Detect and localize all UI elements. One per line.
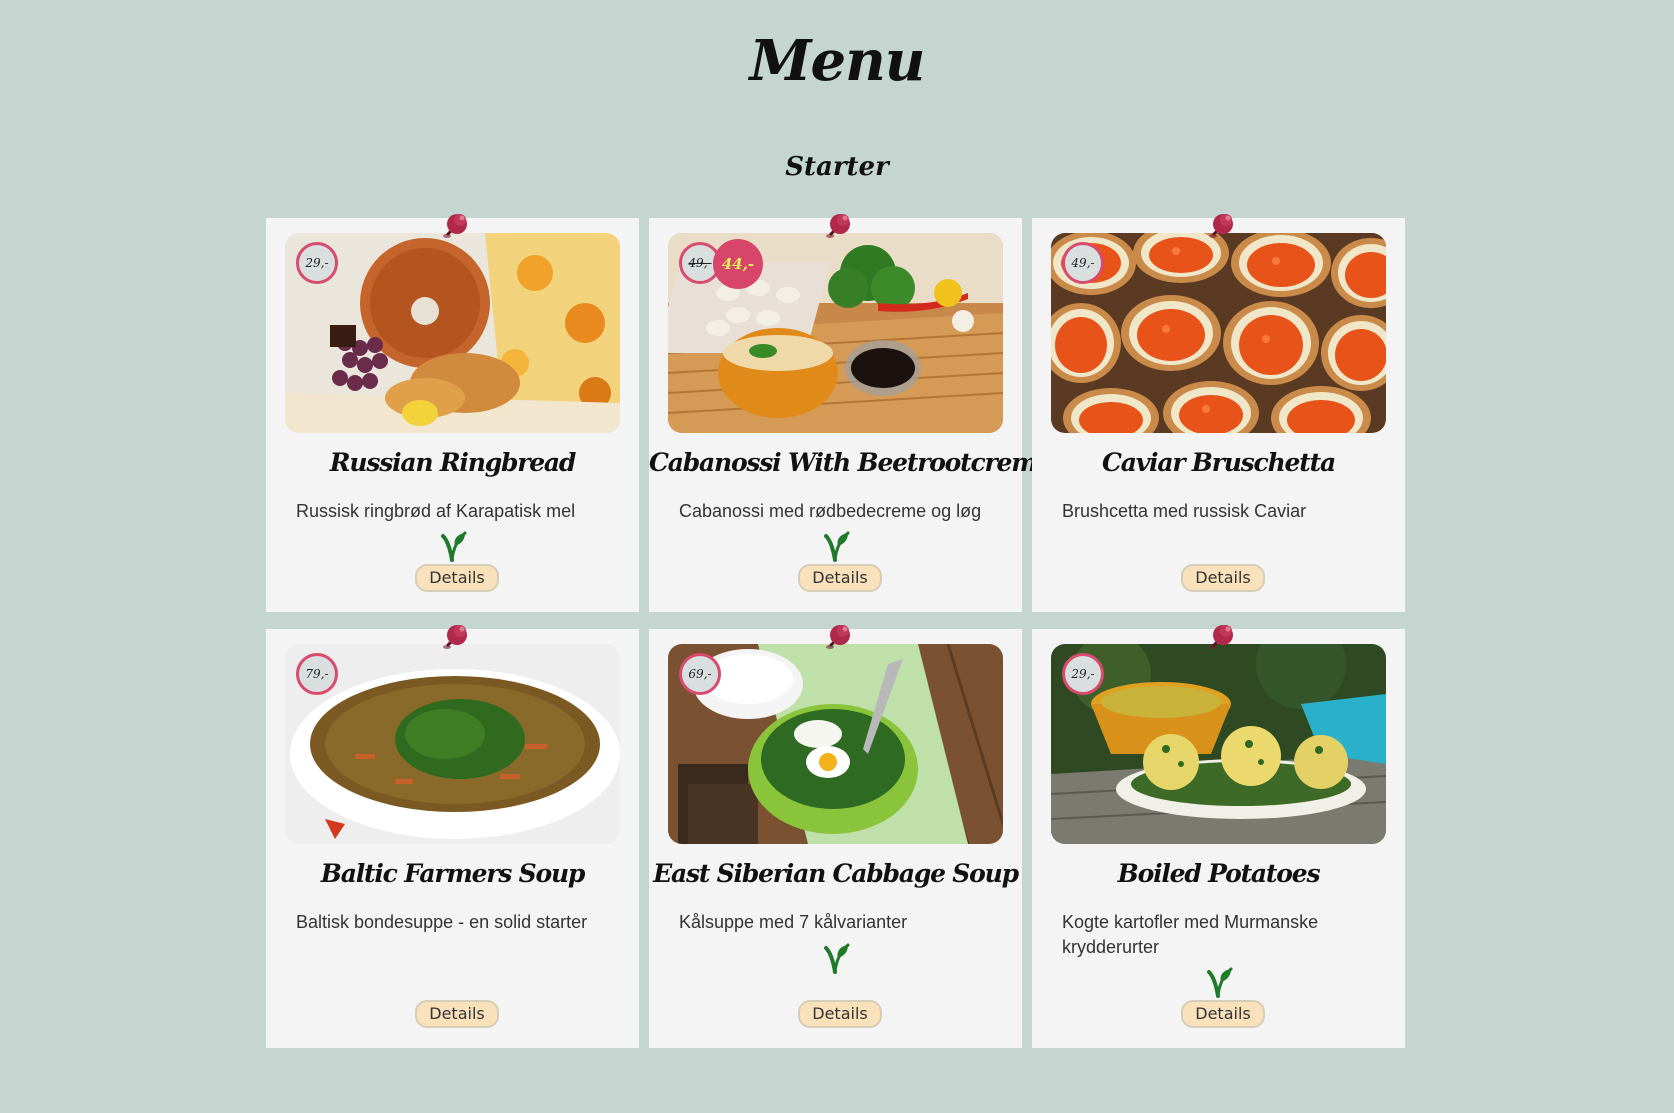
sale-price-badge: 44,- <box>713 239 763 289</box>
menu-card[interactable]: 49,- 44,- Cabanossi With Beetrootcreme C… <box>649 218 1052 612</box>
dish-name: Russian Ringbread <box>329 448 577 477</box>
dish-description: Kogte kartofler med Murmanske krydderurt… <box>1062 912 1319 957</box>
page-title: Menu <box>749 28 925 94</box>
menu-card[interactable]: 29,- Boiled Potatoes Kogte kartofler med… <box>1032 629 1405 1048</box>
menu-card[interactable]: 69,- East Siberian Cabbage Soup Kålsuppe… <box>649 629 1022 1048</box>
dish-name: Cabanossi With Beetrootcreme <box>649 448 1052 477</box>
dish-name: Baltic Farmers Soup <box>320 859 586 888</box>
dish-description: Kålsuppe med 7 kålvarianter <box>679 912 908 932</box>
price-badge: 69,- <box>679 653 721 695</box>
price-badge: 49,- <box>1062 242 1104 284</box>
menu-card[interactable]: 79,- Baltic Farmers Soup Baltisk bondesu… <box>266 629 639 1048</box>
menu-card[interactable]: 49,- Caviar Bruschetta Brushcetta med ru… <box>1032 218 1405 612</box>
dish-photo: 49,- 44,- <box>668 233 1003 433</box>
push-pin-icon <box>1204 621 1238 655</box>
dish-photo: 49,- <box>1051 233 1386 433</box>
push-pin-icon <box>438 621 472 655</box>
price-badge: 79,- <box>296 653 338 695</box>
vegetarian-leaf-icon <box>822 942 852 974</box>
details-button[interactable]: Details <box>798 1000 882 1028</box>
details-button[interactable]: Details <box>1181 1000 1265 1028</box>
push-pin-icon <box>1204 210 1238 244</box>
dish-name: East Siberian Cabbage Soup <box>653 859 1019 888</box>
dish-photo: 29,- <box>285 233 620 433</box>
vegetarian-leaf-icon <box>439 530 469 562</box>
vegetarian-leaf-icon <box>1205 966 1235 998</box>
dish-description: Brushcetta med russisk Caviar <box>1062 501 1307 521</box>
push-pin-icon <box>438 210 472 244</box>
menu-grid: 29,- Russian Ringbread Russisk ringbrød … <box>266 218 1405 1048</box>
price-badge: 29,- <box>296 242 338 284</box>
vegetarian-leaf-icon <box>822 530 852 562</box>
dish-description: Russisk ringbrød af Karapatisk mel <box>296 501 576 521</box>
push-pin-icon <box>821 210 855 244</box>
dish-name: Caviar Bruschetta <box>1102 448 1336 477</box>
menu-card[interactable]: 29,- Russian Ringbread Russisk ringbrød … <box>266 218 639 612</box>
dish-photo: 69,- <box>668 644 1003 844</box>
push-pin-icon <box>821 621 855 655</box>
details-button[interactable]: Details <box>415 564 499 592</box>
details-button[interactable]: Details <box>798 564 882 592</box>
details-button[interactable]: Details <box>415 1000 499 1028</box>
details-button[interactable]: Details <box>1181 564 1265 592</box>
price-badge: 29,- <box>1062 653 1104 695</box>
dish-photo: 29,- <box>1051 644 1386 844</box>
dish-description: Baltisk bondesuppe - en solid starter <box>296 912 588 932</box>
dish-name: Boiled Potatoes <box>1117 859 1321 888</box>
dish-photo: 79,- <box>285 644 620 844</box>
section-title: Starter <box>785 152 889 182</box>
dish-description: Cabanossi med rødbedecreme og løg <box>679 501 982 521</box>
